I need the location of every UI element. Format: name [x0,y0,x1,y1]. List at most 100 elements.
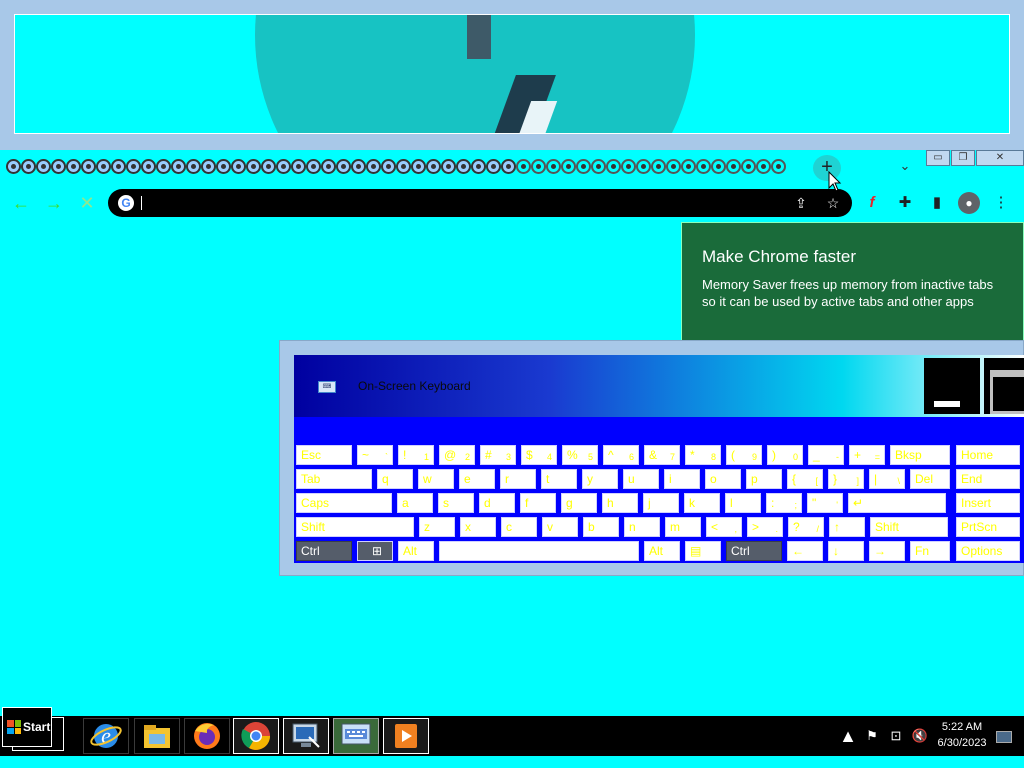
osk-key[interactable]: t [541,469,577,489]
osk-key[interactable]: % 5 [562,445,598,465]
osk-key[interactable]: $4 [521,445,557,465]
osk-key[interactable]: & 7 [644,445,680,465]
action-center-flag-icon[interactable]: ⚑ [862,726,882,746]
tab-favicon-icon[interactable] [291,159,306,174]
tab-favicon-icon[interactable] [261,159,276,174]
tab-favicon-icon[interactable] [606,159,621,174]
osk-key[interactable]: >. [747,517,783,537]
osk-key[interactable]: o [705,469,741,489]
tab-favicon-icon[interactable] [546,159,561,174]
osk-key[interactable]: Home [956,445,1020,465]
tab-favicon-icon[interactable] [411,159,426,174]
taskbar-internet-explorer[interactable]: e [83,718,129,754]
tab-favicon-icon[interactable] [486,159,501,174]
osk-key[interactable]: x [460,517,496,537]
osk-key[interactable]: Fn [910,541,950,561]
taskbar-media-player[interactable] [383,718,429,754]
tab-favicon-icon[interactable] [321,159,336,174]
osk-key[interactable]: a [397,493,433,513]
osk-key[interactable]: + = [849,445,885,465]
tab-search-button[interactable]: ⌄ [896,158,914,176]
osk-key[interactable]: w [418,469,454,489]
osk-key[interactable]: h [602,493,638,513]
tab-favicon-icon[interactable] [531,159,546,174]
osk-key[interactable]: ? / [788,517,824,537]
taskbar-remote-desktop[interactable] [283,718,329,754]
osk-key[interactable]: @2 [439,445,475,465]
osk-key[interactable]: Options [956,541,1020,561]
tab-favicon-icon[interactable] [666,159,681,174]
tab-favicon-icon[interactable] [711,159,726,174]
tab-favicon-icon[interactable] [21,159,36,174]
osk-key[interactable] [439,541,639,561]
osk-key[interactable]: k [684,493,720,513]
osk-key[interactable]: _ - [808,445,844,465]
tab-favicon-icon[interactable] [576,159,591,174]
osk-key[interactable]: }] [828,469,864,489]
tab-favicon-icon[interactable] [276,159,291,174]
tab-favicon-icon[interactable] [471,159,486,174]
osk-key[interactable]: | \ [869,469,905,489]
tab-favicon-icon[interactable] [66,159,81,174]
profile-avatar-icon[interactable]: ● [958,192,980,214]
osk-key[interactable]: c [501,517,537,537]
address-bar[interactable]: G ⇪ ☆ [108,189,852,217]
osk-key[interactable]: Esc [296,445,352,465]
osk-key[interactable]: → [869,541,905,561]
tab-favicon-icon[interactable] [396,159,411,174]
tab-favicon-icon[interactable] [561,159,576,174]
taskbar-chrome[interactable] [233,718,279,754]
taskbar-clock[interactable]: 5:22 AM 6/30/2023 [930,719,994,751]
tab-favicon-icon[interactable] [51,159,66,174]
osk-key[interactable]: g [561,493,597,513]
tab-favicon-icon[interactable] [651,159,666,174]
osk-title-bar[interactable]: ⌨ On-Screen Keyboard [294,355,1024,417]
tab-favicon-icon[interactable] [441,159,456,174]
osk-key[interactable]: m [665,517,701,537]
tab-favicon-icon[interactable] [246,159,261,174]
osk-key[interactable]: Ctrl [726,541,782,561]
osk-key[interactable]: u [623,469,659,489]
side-panel-icon[interactable]: ▮ [926,192,948,214]
share-icon[interactable]: ⇪ [792,194,810,212]
tab-favicon-icon[interactable] [351,159,366,174]
osk-key[interactable]: b [583,517,619,537]
tab-favicon-icon[interactable] [636,159,651,174]
tab-favicon-icon[interactable] [306,159,321,174]
tab-favicon-icon[interactable] [771,159,786,174]
flash-extension-icon[interactable]: f [861,192,883,214]
tab-favicon-icon[interactable] [81,159,96,174]
osk-key[interactable]: #3 [480,445,516,465]
close-button[interactable]: ✕ [976,150,1024,166]
osk-key[interactable]: j [643,493,679,513]
tab-favicon-icon[interactable] [6,159,21,174]
extensions-puzzle-icon[interactable]: ✚ [894,192,916,214]
minimize-button[interactable]: ▭ [926,150,950,166]
osk-key[interactable]: d [479,493,515,513]
osk-key[interactable]: Tab [296,469,372,489]
osk-key[interactable]: f [520,493,556,513]
osk-maximize-button[interactable] [984,358,1024,414]
osk-key[interactable]: Caps [296,493,392,513]
tab-favicon-icon[interactable] [126,159,141,174]
tab-favicon-icon[interactable] [231,159,246,174]
osk-key[interactable]: Del [910,469,950,489]
tab-favicon-icon[interactable] [156,159,171,174]
osk-key[interactable]: ← [787,541,823,561]
osk-key[interactable]: PrtScn [956,517,1020,537]
osk-key[interactable]: Bksp [890,445,950,465]
osk-key[interactable]: Alt [644,541,680,561]
tab-favicon-icon[interactable] [756,159,771,174]
tab-favicon-icon[interactable] [696,159,711,174]
osk-key[interactable]: * 8 [685,445,721,465]
osk-key[interactable]: v [542,517,578,537]
osk-key[interactable]: ^ 6 [603,445,639,465]
tab-favicon-icon[interactable] [381,159,396,174]
tab-favicon-icon[interactable] [141,159,156,174]
network-icon[interactable]: ⊡ [886,726,906,746]
bookmark-star-icon[interactable]: ☆ [824,194,842,212]
osk-key[interactable]: Ctrl [296,541,352,561]
tab-favicon-icon[interactable] [111,159,126,174]
osk-key[interactable]: :; [766,493,802,513]
osk-key[interactable]: ↵ [848,493,946,513]
